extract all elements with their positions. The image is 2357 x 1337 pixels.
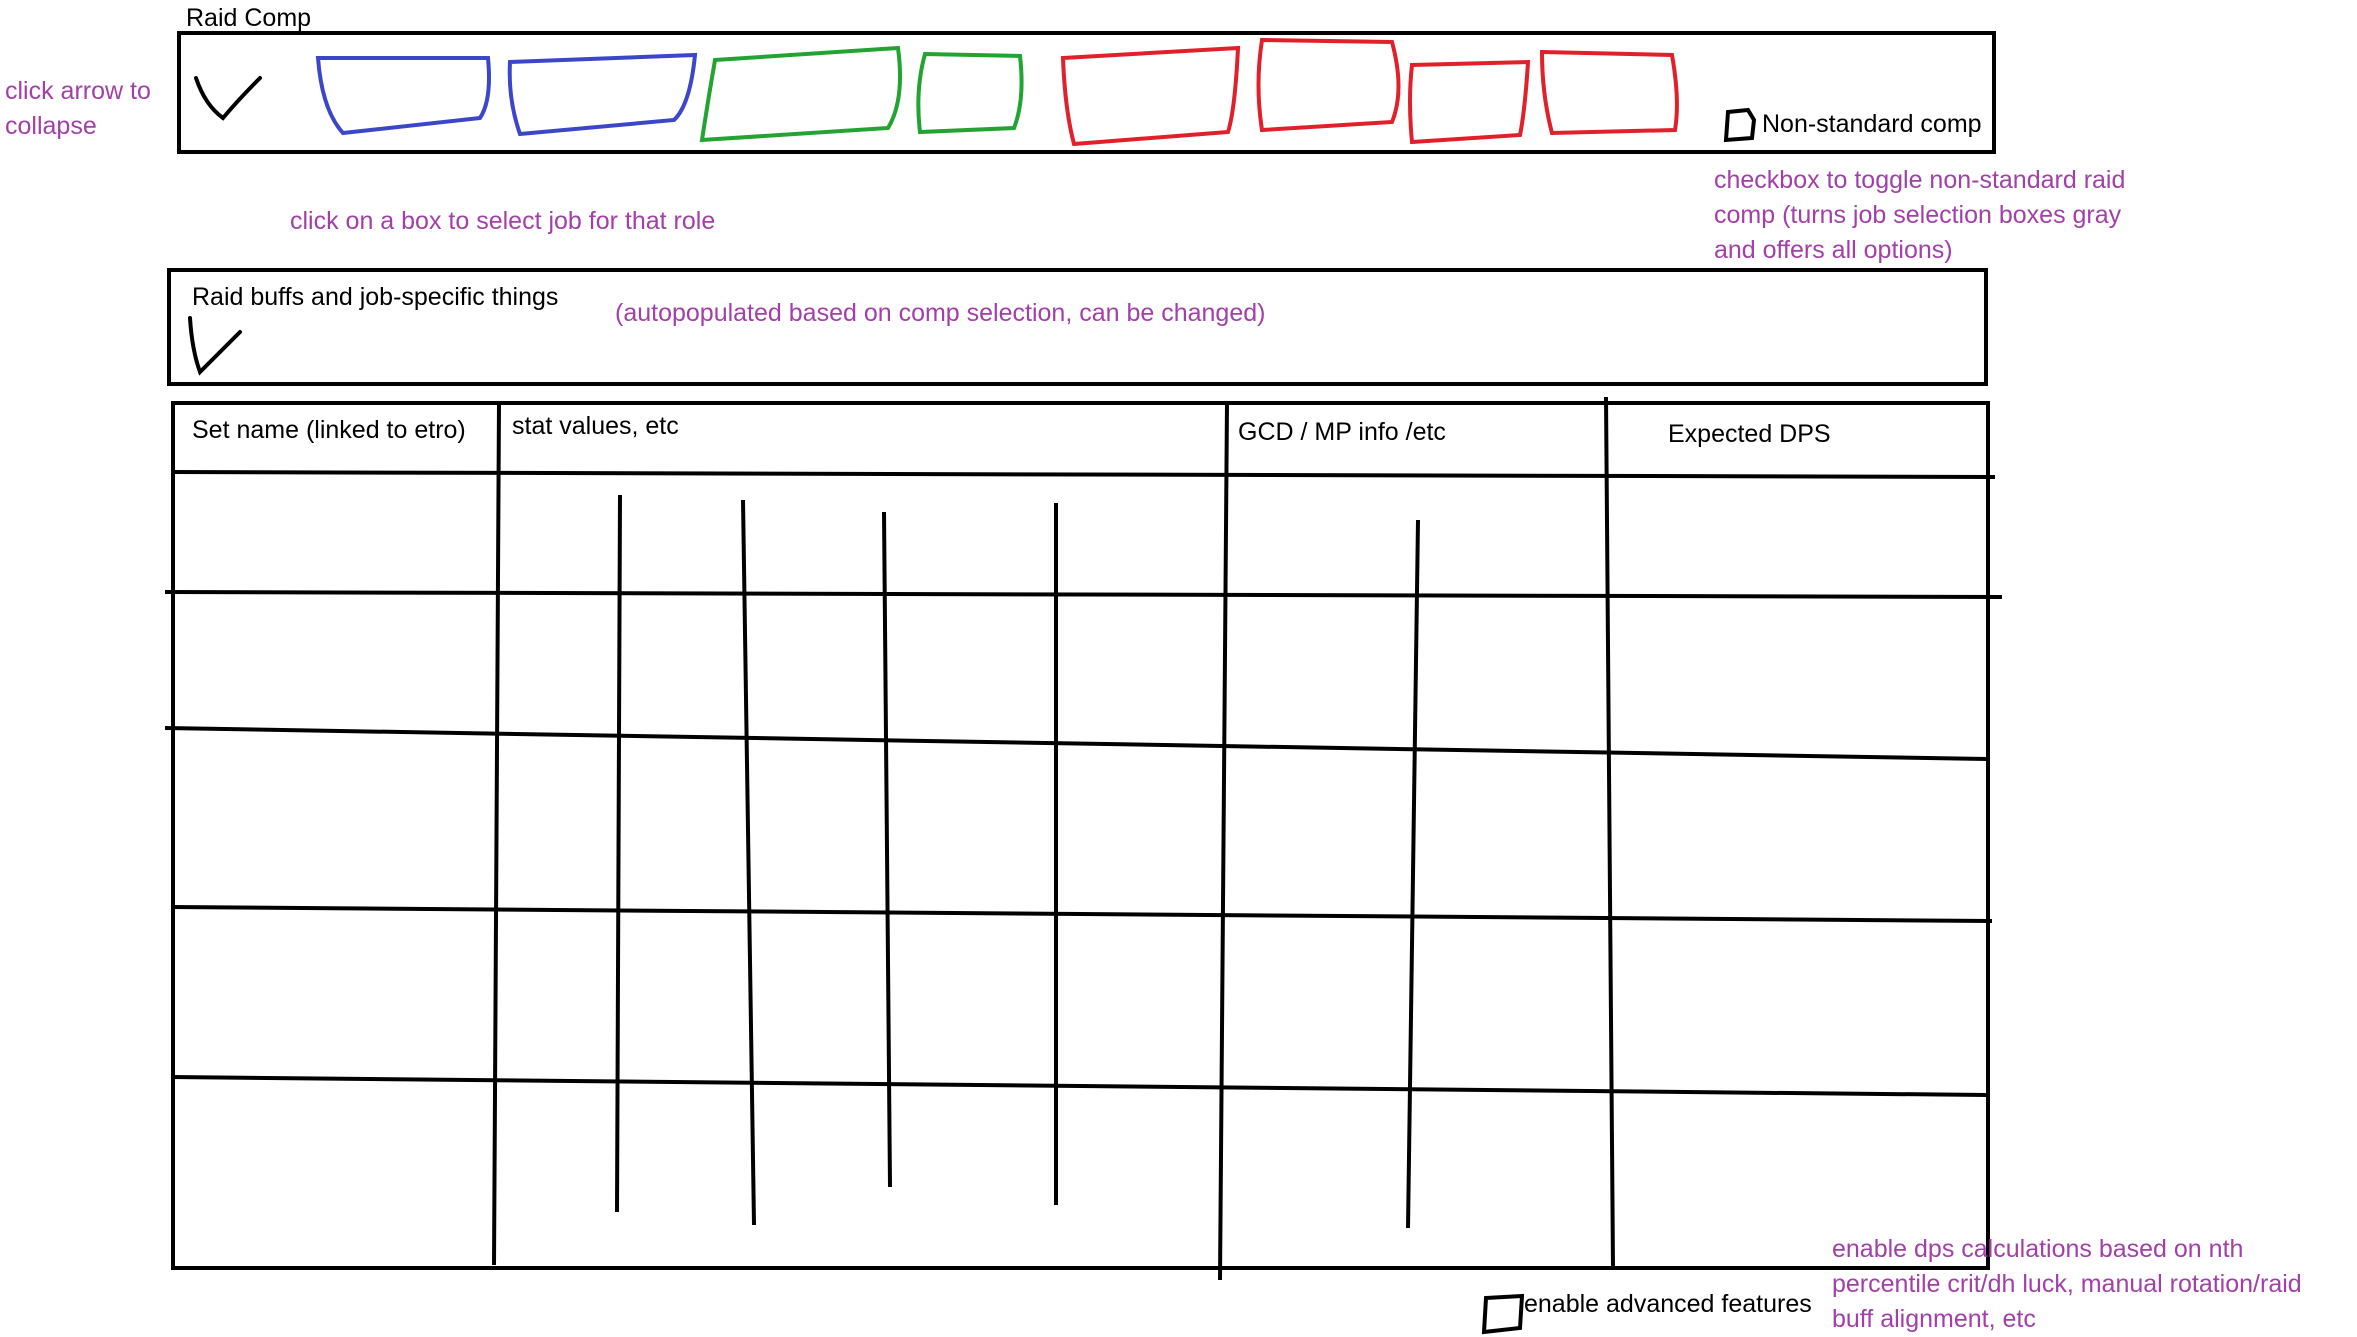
collapse-hint-line-1: click arrow to [5, 77, 151, 105]
nonstandard-hint-line-3: and offers all options) [1714, 236, 1953, 264]
healer-slot-2[interactable] [915, 52, 1027, 134]
advanced-hint-line-2: percentile crit/dh luck, manual rotation… [1832, 1270, 2302, 1298]
tank-slot-2[interactable] [508, 54, 698, 136]
dps-slot-1[interactable] [1062, 46, 1242, 146]
raid-comp-collapse-button[interactable] [190, 70, 266, 126]
nonstandard-hint-line-2: comp (turns job selection boxes gray [1714, 201, 2122, 229]
table-row[interactable] [175, 478, 1985, 592]
job-select-hint: click on a box to select job for that ro… [290, 207, 716, 235]
advanced-hint-line-3: buff alignment, etc [1832, 1305, 2036, 1333]
header-expected-dps: Expected DPS [1668, 420, 1831, 448]
table-row[interactable] [175, 740, 1985, 906]
advanced-features-checkbox[interactable] [1480, 1292, 1526, 1336]
advanced-hint-line-1: enable dps calculations based on nth [1832, 1235, 2244, 1263]
header-gcd-mp: GCD / MP info /etc [1238, 418, 1446, 446]
dps-slot-3[interactable] [1406, 60, 1532, 144]
tank-slot-1[interactable] [318, 56, 493, 136]
raid-buffs-title: Raid buffs and job-specific things [192, 283, 559, 311]
collapse-hint-line-2: collapse [5, 112, 97, 140]
advanced-features-label: enable advanced features [1524, 1290, 1812, 1318]
table-row[interactable] [175, 1088, 1985, 1264]
nonstandard-hint-line-1: checkbox to toggle non-standard raid [1714, 166, 2126, 194]
raid-comp-title: Raid Comp [186, 4, 312, 32]
raid-buffs-collapse-button[interactable] [184, 312, 248, 378]
raid-buffs-hint: (autopopulated based on comp selection, … [615, 299, 1266, 327]
dps-slot-4[interactable] [1540, 50, 1680, 136]
dps-slot-2[interactable] [1255, 38, 1403, 132]
table-row[interactable] [175, 598, 1985, 728]
healer-slot-1[interactable] [702, 46, 908, 142]
nonstandard-comp-checkbox[interactable] [1722, 106, 1758, 144]
table-row[interactable] [175, 915, 1985, 1077]
nonstandard-comp-label: Non-standard comp [1762, 110, 1982, 138]
header-set-name: Set name (linked to etro) [192, 416, 466, 444]
header-stat-values: stat values, etc [512, 412, 679, 440]
